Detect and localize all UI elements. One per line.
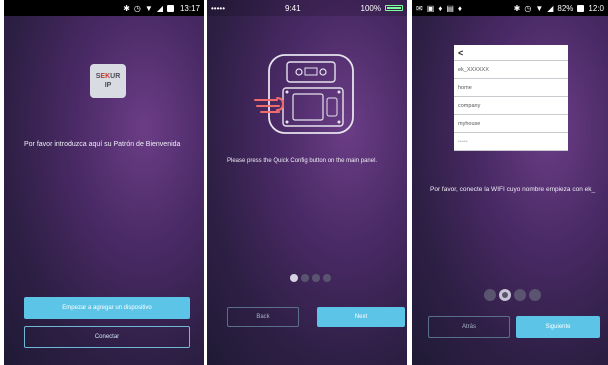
next-button[interactable]: Siguiente bbox=[516, 316, 600, 338]
bluetooth-icon: ✱ bbox=[123, 3, 130, 13]
status-battery: 82% bbox=[557, 3, 574, 13]
screen-quick-config: ••••• 9:41 100% Please press the Quick C… bbox=[207, 0, 407, 365]
intro-text: Por favor introduzca aquí su Patrón de B… bbox=[24, 141, 181, 148]
logo-line1: SEKUR bbox=[95, 73, 121, 80]
page-dot bbox=[301, 274, 309, 282]
screen-welcome: ✱ ◷ ▼ ◢ 13:17 SEKUR IP Por favor introdu… bbox=[4, 0, 204, 365]
battery-icon bbox=[385, 5, 403, 11]
status-battery: 100% bbox=[360, 3, 381, 13]
mail-icon: ✉ bbox=[416, 3, 423, 13]
page-dot bbox=[484, 289, 496, 301]
status-time: 12:0 bbox=[588, 3, 604, 13]
status-time: 9:41 bbox=[284, 3, 301, 13]
page-dot bbox=[499, 289, 511, 301]
message-icon: ▤ bbox=[446, 3, 454, 13]
wifi-list: < ek_XXXXXX home company myhouse ••••• bbox=[454, 45, 568, 151]
logo-line2: IP bbox=[104, 82, 112, 89]
next-button[interactable]: Next bbox=[317, 307, 405, 327]
status-icons: ✱ ◷ ▼ ◢ 82% 12:0 bbox=[514, 4, 604, 13]
page-dot bbox=[514, 289, 526, 301]
page-dot bbox=[312, 274, 320, 282]
status-time: 13:17 bbox=[179, 3, 200, 13]
inbox-icon: ▣ bbox=[426, 3, 435, 13]
panel-illustration-icon bbox=[254, 54, 354, 134]
back-button[interactable]: Back bbox=[227, 307, 299, 327]
wifi-list-item[interactable]: home bbox=[454, 79, 568, 97]
instruction-text: Please press the Quick Config button on … bbox=[227, 158, 378, 164]
wifi-list-back-icon[interactable]: < bbox=[454, 45, 568, 61]
twitter-icon: ♦ bbox=[457, 3, 463, 13]
signal-icon: ◢ bbox=[547, 3, 554, 13]
signal-icon: ◢ bbox=[156, 3, 163, 13]
page-dot bbox=[529, 289, 541, 301]
page-indicator bbox=[290, 274, 331, 282]
status-icons: ✱ ◷ ▼ ◢ bbox=[123, 4, 174, 13]
wifi-list-item[interactable]: ••••• bbox=[454, 133, 568, 151]
page-dot bbox=[323, 274, 331, 282]
screen-wifi-select: ✉ ▣ ♦ ▤ ♦ ✱ ◷ ▼ ◢ 82% 12:0 < ek_XXXXXX h… bbox=[412, 0, 608, 365]
connect-button[interactable]: Conectar bbox=[24, 326, 190, 348]
status-bar: ✉ ▣ ♦ ▤ ♦ ✱ ◷ ▼ ◢ 82% 12:0 bbox=[412, 0, 608, 16]
alarm-icon: ◷ bbox=[524, 3, 532, 13]
add-device-button[interactable]: Empezar a agregar un dispositivo bbox=[24, 297, 190, 319]
bluetooth-icon: ✱ bbox=[513, 3, 521, 13]
wifi-instruction-text: Por favor, conecte la WIFI cuyo nombre e… bbox=[430, 186, 596, 193]
page-indicator bbox=[484, 289, 541, 301]
status-bar: ✱ ◷ ▼ ◢ 13:17 bbox=[4, 0, 204, 16]
twitter-icon: ♦ bbox=[438, 3, 443, 13]
battery-icon bbox=[577, 4, 585, 12]
wifi-list-item[interactable]: myhouse bbox=[454, 115, 568, 133]
status-icons: 100% bbox=[361, 4, 403, 13]
status-bar: ••••• 9:41 100% bbox=[207, 0, 407, 16]
wifi-icon: ▼ bbox=[144, 3, 153, 13]
status-carrier: ••••• bbox=[211, 3, 226, 13]
page-dot bbox=[290, 274, 298, 282]
wifi-icon: ▼ bbox=[535, 3, 544, 13]
app-logo: SEKUR IP bbox=[90, 64, 126, 98]
wifi-list-item[interactable]: ek_XXXXXX bbox=[454, 61, 568, 79]
alarm-icon: ◷ bbox=[133, 3, 141, 13]
back-button[interactable]: Atrás bbox=[428, 316, 510, 338]
notification-icons: ✉ ▣ ♦ ▤ ♦ bbox=[416, 4, 462, 13]
battery-icon bbox=[166, 4, 174, 12]
wifi-list-item[interactable]: company bbox=[454, 97, 568, 115]
